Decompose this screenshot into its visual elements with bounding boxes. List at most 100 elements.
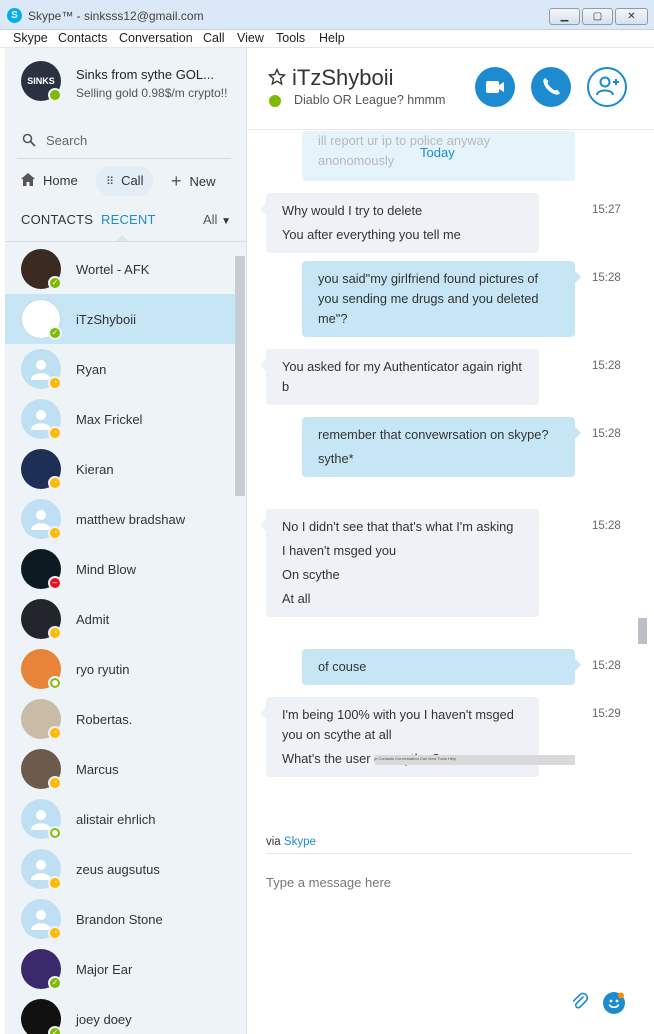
- dialpad-icon: ⠿: [106, 176, 114, 188]
- video-call-button[interactable]: [475, 67, 515, 107]
- list-item[interactable]: ryo ryutin: [5, 644, 235, 694]
- list-item[interactable]: ◔ Kieran: [5, 444, 235, 494]
- skype-logo-icon: S: [7, 8, 22, 23]
- offline-status-icon: [48, 826, 62, 840]
- filter-dropdown[interactable]: All ▼: [203, 212, 231, 227]
- maximize-button[interactable]: ▢: [582, 8, 613, 25]
- clock-status-icon: ◔: [48, 726, 62, 740]
- message-text: You after everything you tell me: [282, 227, 461, 242]
- chat-status-icon: [269, 95, 281, 107]
- clock-status-icon: ◔: [48, 426, 62, 440]
- emoticon-icon[interactable]: [603, 992, 625, 1014]
- profile-status-icon: [48, 88, 62, 102]
- list-item[interactable]: ✓ Major Ear: [5, 944, 235, 994]
- outgoing-message[interactable]: you said"my girlfriend found pictures of…: [302, 261, 581, 337]
- call-button[interactable]: ⠿ Call: [96, 166, 154, 196]
- call-label: Call: [121, 173, 144, 188]
- clock-status-icon: ◔: [48, 626, 62, 640]
- add-person-icon: [596, 76, 619, 96]
- menu-help[interactable]: Help: [319, 31, 345, 45]
- contact-name: Kieran: [76, 462, 114, 477]
- message-timestamp: 15:28: [592, 272, 621, 284]
- contact-name: zeus augsutus: [76, 862, 160, 877]
- list-item[interactable]: ✓ joey doey: [5, 994, 235, 1034]
- paperclip-icon[interactable]: [570, 992, 590, 1012]
- close-button[interactable]: ✕: [615, 8, 648, 25]
- phone-icon: [543, 78, 560, 95]
- outgoing-message[interactable]: remember that convewrsation on skype? syt…: [302, 417, 581, 477]
- incoming-message[interactable]: No I didn't see that that's what I'm ask…: [260, 509, 539, 617]
- star-icon[interactable]: [268, 68, 286, 86]
- contact-name: Admit: [76, 612, 110, 627]
- list-item[interactable]: ◔ Robertas.: [5, 694, 235, 744]
- chat-title[interactable]: iTzShyboii: [292, 65, 393, 91]
- list-item[interactable]: – Mind Blow: [5, 544, 235, 594]
- message-text: On scythe: [282, 567, 340, 582]
- profile-mood[interactable]: Selling gold 0.98$/m crypto!!: [76, 86, 227, 100]
- video-camera-icon: [486, 81, 504, 93]
- list-item[interactable]: ✓ iTzShyboii: [5, 294, 235, 344]
- contact-list-scrollbar[interactable]: [235, 256, 245, 496]
- incoming-message[interactable]: Why would I try to delete You after every…: [260, 193, 539, 253]
- menu-bar: Skype Contacts Conversation Call View To…: [0, 30, 654, 48]
- menu-contacts[interactable]: Contacts: [58, 31, 107, 45]
- message-text: Why would I try to delete: [282, 203, 423, 218]
- contact-name: iTzShyboii: [76, 312, 136, 327]
- list-item[interactable]: ◔ matthew bradshaw: [5, 494, 235, 544]
- list-item[interactable]: ◔ Max Frickel: [5, 394, 235, 444]
- message-input[interactable]: [266, 870, 632, 894]
- new-button[interactable]: + New: [171, 166, 216, 196]
- list-item[interactable]: ◔ Ryan: [5, 344, 235, 394]
- add-people-button[interactable]: [587, 67, 627, 107]
- message-text: of couse: [318, 659, 367, 674]
- list-item[interactable]: ✓ Wortel - AFK: [5, 244, 235, 294]
- menu-view[interactable]: View: [237, 31, 264, 45]
- contact-name: Max Frickel: [76, 412, 143, 427]
- clock-status-icon: ◔: [48, 526, 62, 540]
- list-item[interactable]: ◔ Admit: [5, 594, 235, 644]
- minimize-button[interactable]: ▁: [549, 8, 580, 25]
- message-scrollbar[interactable]: [638, 618, 647, 644]
- filter-label: All: [203, 212, 218, 227]
- clock-status-icon: ◔: [48, 476, 62, 490]
- clock-status-icon: ◔: [48, 376, 62, 390]
- contact-name: ryo ryutin: [76, 662, 130, 677]
- home-button[interactable]: Home: [21, 166, 78, 196]
- contact-name: Wortel - AFK: [76, 262, 150, 277]
- clock-status-icon: ◔: [48, 776, 62, 790]
- message-timestamp: 15:28: [592, 360, 621, 372]
- menu-tools[interactable]: Tools: [276, 31, 305, 45]
- chevron-down-icon: ▼: [221, 216, 231, 227]
- contact-name: matthew bradshaw: [76, 512, 186, 527]
- window-title: Skype™ - sinksss12@gmail.com: [28, 9, 204, 23]
- list-item[interactable]: ◔ zeus augsutus: [5, 844, 235, 894]
- tab-recent[interactable]: RECENT: [101, 212, 156, 227]
- menu-conversation[interactable]: Conversation: [119, 31, 193, 45]
- list-item[interactable]: ◔ Brandon Stone: [5, 894, 235, 944]
- contact-name: Mind Blow: [76, 562, 136, 577]
- list-item[interactable]: ◔ Marcus: [5, 744, 235, 794]
- tab-contacts[interactable]: CONTACTS: [21, 212, 93, 227]
- outgoing-message[interactable]: of couse: [302, 649, 581, 685]
- via-skype-link[interactable]: Skype: [284, 836, 316, 848]
- message-timestamp: 15:28: [592, 428, 621, 440]
- menu-call[interactable]: Call: [203, 31, 225, 45]
- search-input[interactable]: [46, 130, 226, 150]
- title-bar: S Skype™ - sinksss12@gmail.com ▁ ▢ ✕: [0, 0, 654, 30]
- smiley-face-icon: [608, 992, 624, 1009]
- incoming-message[interactable]: You asked for my Authenticator again rig…: [260, 349, 539, 405]
- message-timestamp: 15:28: [592, 520, 621, 532]
- menu-skype[interactable]: Skype: [13, 31, 48, 45]
- profile-name[interactable]: Sinks from sythe GOL...: [76, 67, 214, 82]
- plus-icon: +: [171, 171, 182, 191]
- message-text: No I didn't see that that's what I'm ask…: [282, 519, 514, 534]
- contact-name: Brandon Stone: [76, 912, 163, 927]
- via-label: via Skype: [266, 836, 316, 848]
- voice-call-button[interactable]: [531, 67, 571, 107]
- image-thumbnail[interactable]: e Contacts Conversation Call View Tools …: [375, 755, 575, 765]
- check-status-icon: ✓: [48, 976, 62, 990]
- incoming-message[interactable]: I'm being 100% with you I haven't msged …: [260, 697, 539, 777]
- search-divider: [17, 158, 231, 159]
- check-status-icon: ✓: [48, 276, 62, 290]
- list-item[interactable]: alistair ehrlich: [5, 794, 235, 844]
